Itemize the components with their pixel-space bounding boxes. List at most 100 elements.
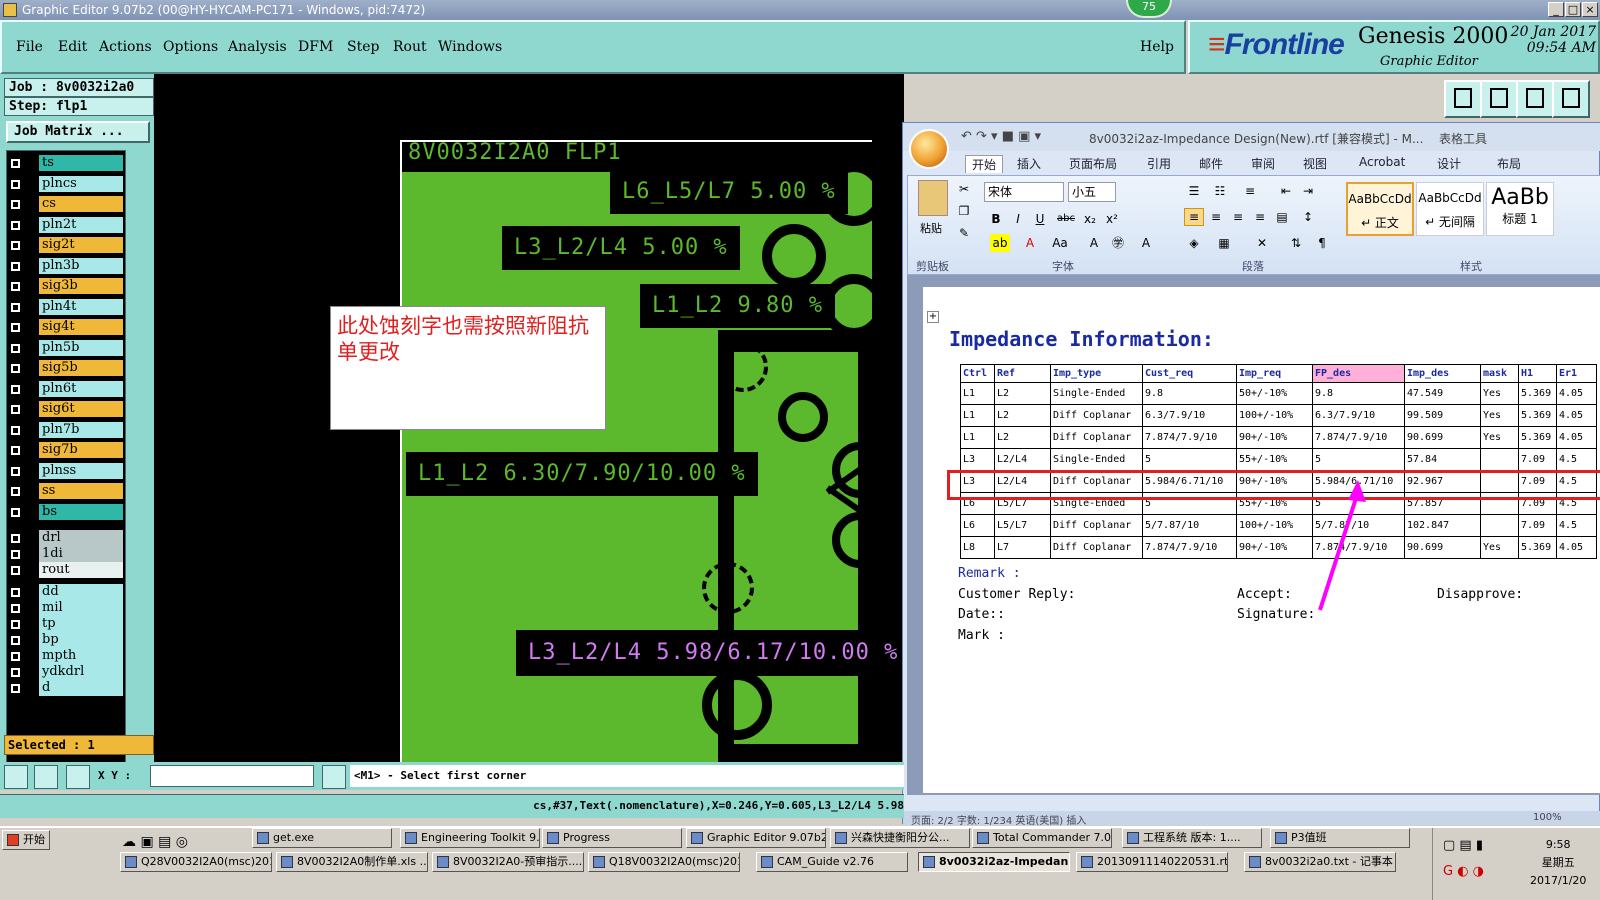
taskbar-button[interactable]: CAM_Guide v2.76 [756,852,908,872]
layer-row-bs[interactable]: bs [7,503,125,521]
table-cell[interactable]: 4.05 [1556,382,1597,405]
underline-icon[interactable]: U [1030,210,1050,228]
multilevel-list-icon[interactable]: ≡ [1240,182,1260,200]
table-cell[interactable]: 100+/-10% [1236,404,1313,427]
layer-row-pln3b[interactable]: pln3b [7,257,125,275]
style-heading1[interactable]: AaBb 标题 1 [1486,182,1554,236]
font-color-icon[interactable]: A [1020,234,1040,252]
table-row[interactable]: L1 L2 Single-Ended 9.8 50+/-10% 9.8 47.549 Yes 5… [960,382,1597,405]
table-cell[interactable]: 6.3/7.9/10 [1312,404,1405,427]
layer-list[interactable]: ts plncs cs pln2t sig2t pln3b sig3b pln4t sig4t p… [6,150,126,778]
copy-icon[interactable]: ❐ [954,202,974,220]
table-row[interactable]: L1 L2 Diff Coplanar 7.874/7.9/10 90+/-10% 7.8… [960,426,1597,449]
taskbar-button[interactable]: P3值班 [1270,828,1410,848]
layer-checkbox[interactable] [10,635,21,646]
taskbar-button[interactable]: 工程系统 版本: 1.... [1122,828,1262,848]
layer-checkbox[interactable] [10,619,21,630]
table-cell[interactable]: 4.5 [1556,514,1597,537]
table-cell[interactable]: L1 [960,404,995,427]
layer-row-rout[interactable]: rout [7,562,125,579]
layer-row-dd[interactable]: dd [7,584,125,601]
window-titlebar[interactable]: Graphic Editor 9.07b2 (00@HY-HYCAM-PC171… [0,0,1600,20]
taskbar-button[interactable]: Total Commander 7.0... [972,828,1112,848]
monitor-icon[interactable] [1480,80,1518,118]
menu-options[interactable]: Options [163,39,218,55]
start-button[interactable]: 开始 [2,830,50,850]
table-cell[interactable]: L2/L4 [994,448,1051,471]
numbering-icon[interactable]: ☷ [1210,182,1230,200]
table-row[interactable]: L3 L2/L4 Single-Ended 5 55+/-10% 5 57.84 7.09 4.… [960,448,1597,471]
subscript-icon[interactable]: x₂ [1080,210,1100,228]
home-icon[interactable] [1516,80,1554,118]
table-row[interactable]: L6 L5/L7 Diff Coplanar 5/7.87/10 100+/-10% 5/… [960,514,1597,537]
alert-icon[interactable] [322,765,346,789]
table-cell[interactable]: 90+/-10% [1236,536,1313,559]
table-cell[interactable]: Diff Coplanar [1050,536,1143,559]
paste-icon[interactable] [918,180,948,216]
cut-icon[interactable]: ✂ [954,180,974,198]
table-cell[interactable]: Yes [1480,382,1519,405]
justify-icon[interactable]: ≡ [1250,208,1270,226]
table-cell[interactable]: L5/L7 [994,514,1051,537]
table-row[interactable]: L1 L2 Diff Coplanar 6.3/7.9/10 100+/-10% 6.3/… [960,404,1597,427]
borders-icon[interactable]: ▦ [1214,234,1234,252]
quicklaunch-icons[interactable]: ☁ ▣ ▤ ◎ [122,834,188,850]
etched-text[interactable]: L3_L2/L4 5.00 % [502,226,740,270]
table-cell[interactable]: 90.699 [1404,426,1481,449]
table-cell[interactable]: Single-Ended [1050,382,1143,405]
table-cell[interactable]: 7.874/7.9/10 [1142,536,1237,559]
menu-help[interactable]: Help [1140,39,1174,55]
layer-checkbox[interactable] [10,445,21,456]
table-cell[interactable]: 4.05 [1556,426,1597,449]
sort-icon[interactable]: ⇅ [1286,234,1306,252]
font-family-select[interactable]: 宋体 [984,182,1064,202]
tray-icons[interactable]: ▢ ▤ ▮ [1443,838,1483,853]
selected-etched-text[interactable]: L3_L2/L4 5.98/6.17/10.00 % [516,630,911,676]
menu-actions[interactable]: Actions [99,39,152,55]
layer-checkbox[interactable] [10,240,21,251]
clock[interactable]: 9:58 星期五 2017/1/20 [1530,836,1586,890]
upload-icon[interactable] [1444,80,1482,118]
layer-checkbox[interactable] [10,301,21,313]
tab-insert[interactable]: 插入 [1017,155,1041,172]
table-cell[interactable]: 50+/-10% [1236,382,1313,405]
impedance-table[interactable]: Ctrl Ref Imp_type Cust_req Imp_req FP_des Imp_… [960,364,1597,559]
word-titlebar[interactable]: ↶ ↷ ▾ ■ ▣ ▾ 8v0032i2az-Impedance Design(… [903,123,1600,151]
layer-checkbox[interactable] [10,383,21,395]
layer-row-pln2t[interactable]: pln2t [7,216,125,234]
table-cell[interactable]: 7.09 [1518,514,1557,537]
taskbar-button[interactable]: 20130911140220531.rtf... [1076,852,1228,872]
layer-name[interactable]: drl [39,530,123,546]
tab-acrobat[interactable]: Acrobat [1359,155,1405,169]
layer-name[interactable]: sig6t [39,401,123,417]
layer-checkbox[interactable] [10,465,21,477]
layer-name[interactable]: d [39,680,123,696]
font-size-select[interactable]: 小五 [1068,182,1116,202]
table-cell[interactable]: 90+/-10% [1236,426,1313,449]
select-tool-icon[interactable] [4,765,28,789]
show-marks-icon[interactable]: ¶ [1312,234,1332,252]
taskbar-button[interactable]: get.exe [252,828,392,848]
grid-tool-icon[interactable] [66,765,90,789]
table-cell[interactable]: Yes [1480,404,1519,427]
layer-name[interactable]: bs [39,503,123,520]
layer-checkbox[interactable] [10,533,21,544]
layer-name[interactable]: sig7b [39,442,123,458]
table-cell[interactable]: 7.874/7.9/10 [1142,426,1237,449]
taskbar-button[interactable]: Engineering Toolkit 9.... [400,828,540,848]
strikethrough-icon[interactable]: abc [1056,210,1076,228]
table-cell[interactable]: L2 [994,382,1051,405]
table-cell[interactable]: Single-Ended [1050,448,1143,471]
shading-icon[interactable]: ◈ [1184,234,1204,252]
table-cell[interactable]: 6.3/7.9/10 [1142,404,1237,427]
xy-input[interactable] [150,765,314,787]
table-cell[interactable]: L3 [960,448,995,471]
layer-name[interactable]: bp [39,632,123,648]
layer-checkbox[interactable] [10,342,21,354]
table-cell[interactable]: Yes [1480,426,1519,449]
table-row[interactable]: L8 L7 Diff Coplanar 7.874/7.9/10 90+/-10% 7.8… [960,536,1597,559]
layer-name[interactable]: 1di [39,546,123,562]
italic-icon[interactable]: I [1008,210,1028,228]
table-cell[interactable]: 99.509 [1404,404,1481,427]
table-cell[interactable] [1480,514,1519,537]
